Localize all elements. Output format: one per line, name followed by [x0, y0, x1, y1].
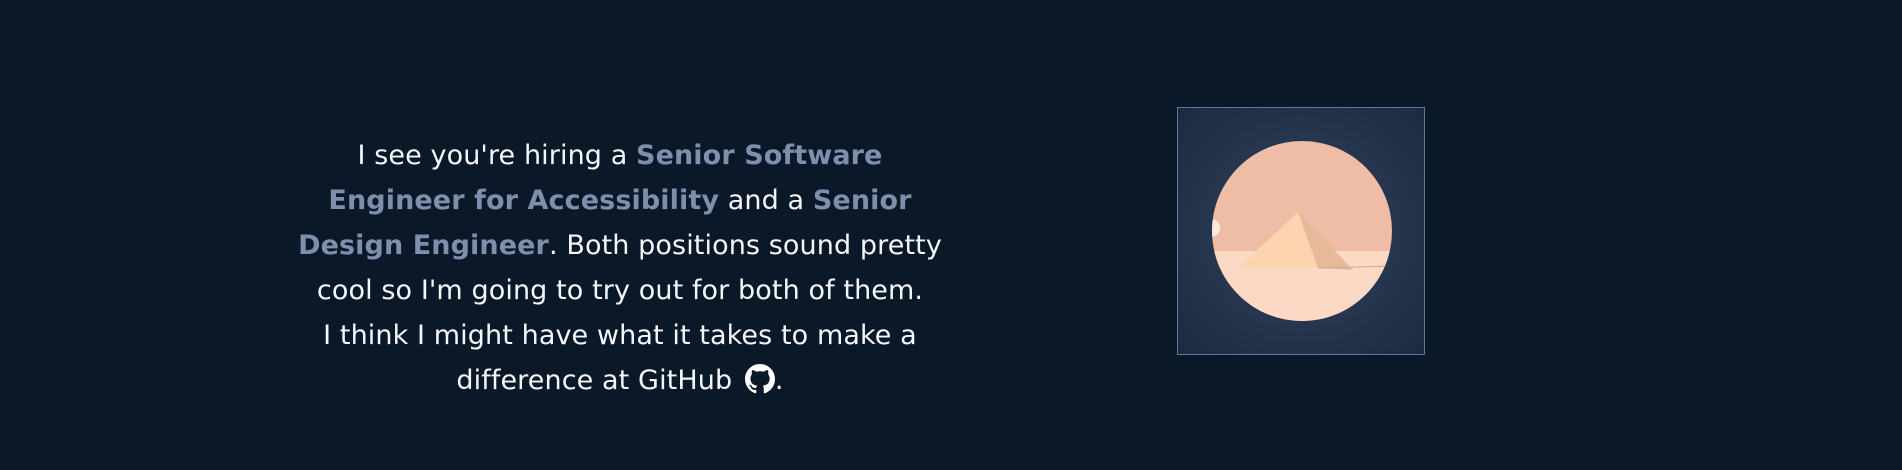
pyramid-illustration-frame [1177, 107, 1425, 355]
intro-paragraph: I see you're hiring a Senior Software En… [290, 133, 950, 403]
intro-text-part2: and a [719, 185, 813, 216]
github-icon [744, 364, 775, 394]
page: I see you're hiring a Senior Software En… [0, 0, 1902, 470]
intro-text-part5: . [774, 365, 784, 396]
intro-text-part1: I see you're hiring a [357, 140, 637, 171]
intro-text-part4: I think I might have what it takes to ma… [323, 320, 917, 396]
pyramid-desert-illustration [1212, 141, 1392, 321]
sun-shape [1212, 219, 1220, 237]
